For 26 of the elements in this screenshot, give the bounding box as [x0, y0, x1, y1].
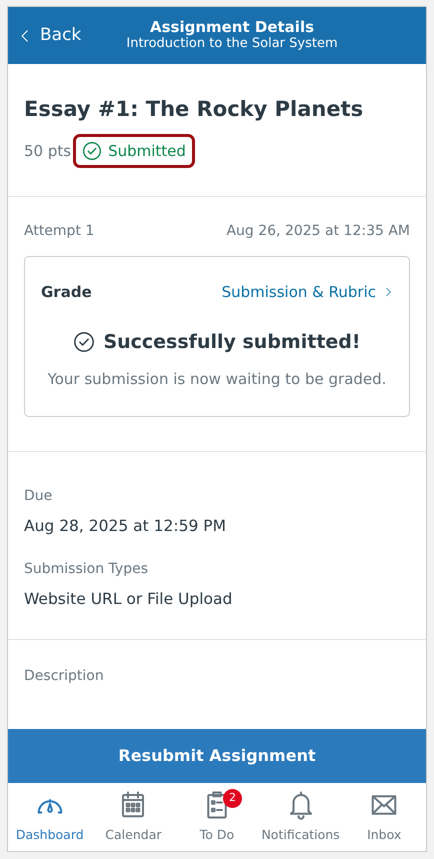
tab-bar-item[interactable]: Calendar — [92, 783, 176, 851]
back-button[interactable]: Back — [8, 22, 82, 48]
success-message: Successfully submitted! — [73, 328, 361, 356]
count-badge: 2 — [222, 789, 242, 808]
assignment-title: Essay #1: The Rocky Planets — [24, 96, 364, 123]
grade-label: Grade — [41, 282, 92, 303]
detail-value: Website URL or File Upload — [24, 588, 234, 610]
check-circle-icon — [82, 140, 102, 161]
detail-label: Due — [24, 487, 54, 506]
waiting-text: Your submission is now waiting to be graded. — [46, 368, 388, 390]
description-label: Description — [24, 666, 105, 686]
detail-value: Aug 28, 2025 at 12:59 PM — [24, 516, 227, 538]
submission-rubric-link[interactable]: Submission & Rubric — [222, 281, 393, 304]
submitted-status: Submitted — [73, 134, 195, 168]
tab-bar-item[interactable]: To Do 2 — [175, 783, 259, 851]
attempt-date: Aug 26, 2025 at 12:35 AM — [226, 222, 410, 241]
header-subtitle: Introduction to the Solar System — [126, 36, 338, 53]
header-title: Assignment Details — [150, 18, 314, 36]
tab-bar-item[interactable]: Dashboard — [8, 783, 92, 851]
resubmit-button[interactable]: Resubmit Assignment — [8, 729, 426, 783]
points-text: 50 pts — [24, 140, 72, 162]
detail-label: Submission Types — [24, 560, 149, 578]
tab-bar-item[interactable]: Notifications — [258, 783, 342, 851]
attempt-label: Attempt 1 — [24, 222, 94, 241]
check-circle-icon — [73, 330, 96, 353]
tab-bar-item[interactable]: Inbox — [342, 783, 426, 851]
